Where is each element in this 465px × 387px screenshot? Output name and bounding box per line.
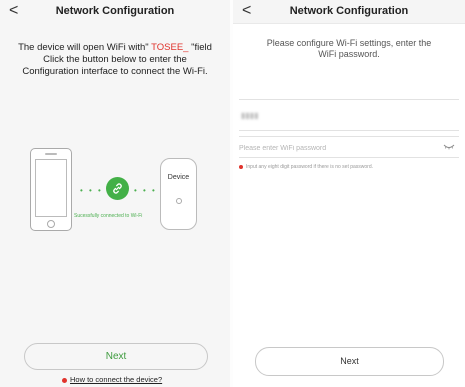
password-input[interactable] [239, 141, 434, 155]
bullet-icon [239, 164, 243, 169]
next-button[interactable]: Next [255, 347, 444, 376]
instructions-line-2: Click the button below to enter the [43, 54, 187, 65]
phone-screen [35, 159, 67, 217]
device-led [176, 198, 182, 204]
instructions: Please configure Wi-Fi settings, enter t… [241, 38, 457, 60]
nav-bar: < Network Configuration [0, 0, 230, 24]
link-icon [106, 177, 129, 200]
right-screen: < Network Configuration Please configure… [233, 0, 465, 387]
instructions: The device will open WiFi with" TOSEE_ "… [6, 42, 224, 78]
help-link-label: How to connect the device? [70, 375, 163, 384]
instructions-line-2: WiFi password. [318, 49, 380, 59]
connection-dots-left: • • • [80, 186, 103, 195]
bullet-icon [62, 377, 67, 383]
page-title: Network Configuration [289, 5, 409, 17]
connection-dots-right: • • • [134, 186, 157, 195]
instructions-line-3: Configuration interface to connect the W… [22, 66, 208, 77]
device-label: Device [167, 174, 190, 181]
instructions-prefix: The device will open WiFi with" [18, 42, 149, 53]
instructions-line-1: The device will open WiFi with" TOSEE_ "… [6, 42, 224, 54]
success-caption: Sucessfully connected to Wi-Fi [74, 213, 143, 219]
ssid-prefix-highlight: TOSEE_ [151, 42, 189, 53]
next-button[interactable]: Next [24, 343, 208, 370]
instructions-line-1: Please configure Wi-Fi settings, enter t… [266, 38, 432, 48]
nav-bar: < Network Configuration [233, 0, 465, 24]
phone-home-button [47, 220, 55, 228]
device-illustration: Device [160, 158, 197, 230]
password-hint-text: Input any eight digit password if there … [246, 164, 374, 170]
help-link[interactable]: How to connect the device? [62, 375, 162, 384]
instructions-suffix: "field [191, 42, 212, 53]
page-title: Network Configuration [55, 5, 175, 17]
wifi-ssid-field[interactable]: ▮▮▮▮ [239, 99, 459, 131]
password-hint: Input any eight digit password if there … [239, 164, 373, 170]
left-screen: < Network Configuration The device will … [0, 0, 230, 387]
chain-icon [113, 183, 122, 194]
phone-illustration [30, 148, 72, 231]
password-row [239, 136, 459, 158]
wifi-ssid-value: ▮▮▮▮ [241, 111, 259, 120]
eye-closed-icon[interactable] [443, 143, 455, 151]
phone-speaker [45, 153, 57, 155]
